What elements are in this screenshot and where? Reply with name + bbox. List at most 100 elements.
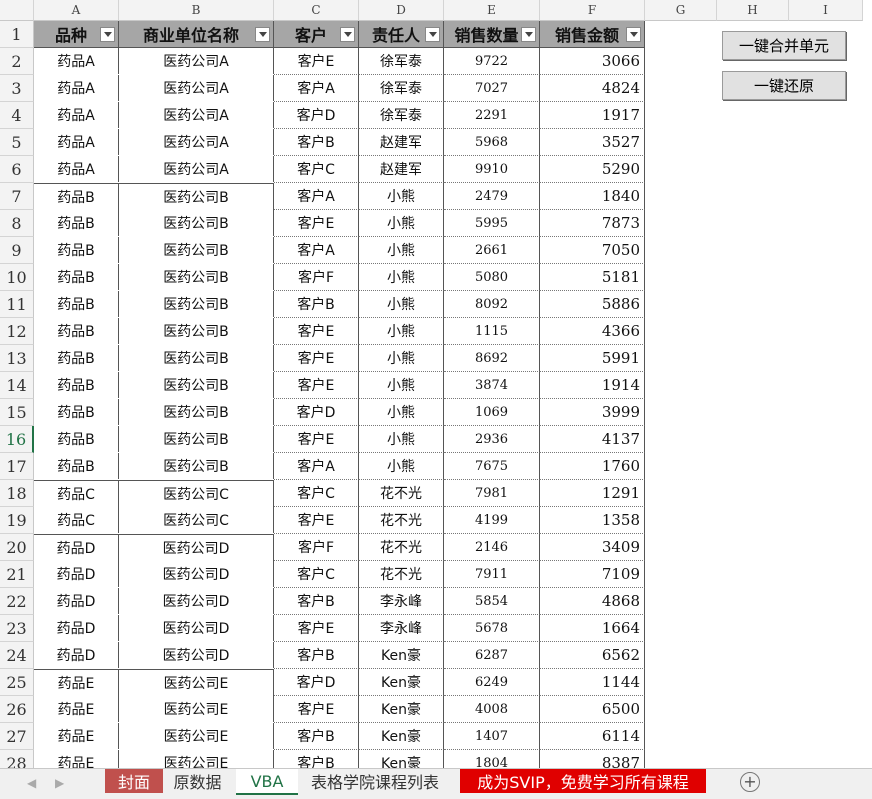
table-cell[interactable]: 药品D (34, 588, 119, 614)
table-cell[interactable]: 客户B (274, 588, 359, 615)
table-cell[interactable]: 客户C (274, 561, 359, 588)
table-cell[interactable]: 医药公司B (119, 291, 274, 317)
table-cell[interactable]: 客户A (274, 237, 359, 264)
table-cell[interactable]: 药品B (34, 237, 119, 263)
table-cell[interactable]: 4137 (540, 426, 645, 453)
table-cell[interactable]: 2661 (444, 237, 540, 264)
row-number[interactable]: 7 (0, 183, 34, 210)
table-cell[interactable]: 赵建军 (359, 156, 444, 183)
table-cell[interactable]: 药品E (34, 669, 119, 696)
table-cell[interactable]: 6287 (444, 642, 540, 669)
row-number[interactable]: 20 (0, 534, 34, 561)
tab-vba[interactable]: VBA (236, 769, 298, 795)
table-cell[interactable]: 小熊 (359, 372, 444, 399)
table-cell[interactable]: 小熊 (359, 318, 444, 345)
table-cell[interactable]: 4824 (540, 75, 645, 102)
table-cell[interactable]: 客户D (274, 669, 359, 696)
table-cell[interactable]: 小熊 (359, 237, 444, 264)
table-cell[interactable]: 药品B (34, 372, 119, 398)
filter-dropdown-icon[interactable] (521, 26, 536, 42)
table-cell[interactable]: 客户D (274, 102, 359, 129)
row-number[interactable]: 8 (0, 210, 34, 237)
table-cell[interactable]: 花不光 (359, 480, 444, 507)
table-cell[interactable]: 药品B (34, 453, 119, 479)
table-cell[interactable]: 小熊 (359, 426, 444, 453)
table-cell[interactable]: 徐军泰 (359, 102, 444, 129)
table-cell[interactable]: 药品B (34, 399, 119, 425)
table-cell[interactable]: 医药公司D (119, 615, 274, 641)
scroll-left-icon[interactable]: ◀ (27, 776, 36, 790)
table-cell[interactable]: 徐军泰 (359, 75, 444, 102)
table-cell[interactable]: 客户B (274, 129, 359, 156)
row-number[interactable]: 18 (0, 480, 34, 507)
table-cell[interactable]: 1760 (540, 453, 645, 480)
table-cell[interactable]: 客户E (274, 210, 359, 237)
table-cell[interactable]: 3999 (540, 399, 645, 426)
table-cell[interactable]: 7981 (444, 480, 540, 507)
table-cell[interactable]: 花不光 (359, 534, 444, 561)
table-cell[interactable]: 4366 (540, 318, 645, 345)
column-header-G[interactable]: G (645, 0, 717, 21)
table-cell[interactable]: 客户E (274, 696, 359, 723)
table-cell[interactable]: 8692 (444, 345, 540, 372)
table-cell[interactable]: 小熊 (359, 183, 444, 210)
table-cell[interactable]: 药品C (34, 507, 119, 533)
row-number[interactable]: 23 (0, 615, 34, 642)
table-cell[interactable]: 5886 (540, 291, 645, 318)
table-cell[interactable]: 客户C (274, 156, 359, 183)
table-cell[interactable]: 客户E (274, 372, 359, 399)
table-cell[interactable]: Ken豪 (359, 696, 444, 723)
row-number[interactable]: 3 (0, 75, 34, 102)
table-cell[interactable]: 客户A (274, 75, 359, 102)
table-cell[interactable]: 7109 (540, 561, 645, 588)
table-cell[interactable]: 客户C (274, 480, 359, 507)
row-number[interactable]: 11 (0, 291, 34, 318)
row-number[interactable]: 10 (0, 264, 34, 291)
row-number[interactable]: 21 (0, 561, 34, 588)
table-cell[interactable]: 客户F (274, 264, 359, 291)
row-number[interactable]: 17 (0, 453, 34, 480)
table-cell[interactable]: 1917 (540, 102, 645, 129)
filter-dropdown-icon[interactable] (255, 26, 270, 42)
table-cell[interactable]: 小熊 (359, 210, 444, 237)
table-cell[interactable]: 医药公司A (119, 75, 274, 101)
row-number[interactable]: 2 (0, 48, 34, 75)
table-cell[interactable]: 药品B (34, 318, 119, 344)
row-number[interactable]: 22 (0, 588, 34, 615)
table-cell[interactable]: 徐军泰 (359, 48, 444, 75)
table-cell[interactable]: 医药公司A (119, 156, 274, 182)
column-header-E[interactable]: E (444, 0, 540, 21)
table-cell[interactable]: 医药公司A (119, 129, 274, 155)
table-cell[interactable]: 客户B (274, 642, 359, 669)
row-number[interactable]: 19 (0, 507, 34, 534)
tab-course-list[interactable]: 表格学院课程列表 (297, 769, 453, 793)
table-cell[interactable]: 4199 (444, 507, 540, 534)
table-cell[interactable]: 1069 (444, 399, 540, 426)
table-cell[interactable]: 6249 (444, 669, 540, 696)
table-cell[interactable]: 客户E (274, 615, 359, 642)
select-all-corner[interactable] (0, 0, 34, 21)
table-cell[interactable]: 药品B (34, 345, 119, 371)
table-cell[interactable]: 医药公司B (119, 345, 274, 371)
table-cell[interactable]: 医药公司B (119, 372, 274, 398)
table-cell[interactable]: 客户B (274, 291, 359, 318)
table-cell[interactable]: 药品B (34, 210, 119, 236)
row-number[interactable]: 6 (0, 156, 34, 183)
table-cell[interactable]: 小熊 (359, 399, 444, 426)
table-cell[interactable]: 客户D (274, 399, 359, 426)
table-cell[interactable]: 5290 (540, 156, 645, 183)
table-cell[interactable]: 9910 (444, 156, 540, 183)
table-cell[interactable]: 9722 (444, 48, 540, 75)
table-cell[interactable]: 药品B (34, 264, 119, 290)
table-cell[interactable]: 5854 (444, 588, 540, 615)
row-number[interactable]: 4 (0, 102, 34, 129)
column-header-A[interactable]: A (34, 0, 119, 21)
table-cell[interactable]: 4868 (540, 588, 645, 615)
table-cell[interactable]: 小熊 (359, 291, 444, 318)
add-sheet-icon[interactable]: + (740, 772, 760, 792)
table-cell[interactable]: 4008 (444, 696, 540, 723)
column-header-C[interactable]: C (274, 0, 359, 21)
table-cell[interactable]: 1291 (540, 480, 645, 507)
row-number[interactable]: 25 (0, 669, 34, 696)
table-cell[interactable]: 小熊 (359, 264, 444, 291)
